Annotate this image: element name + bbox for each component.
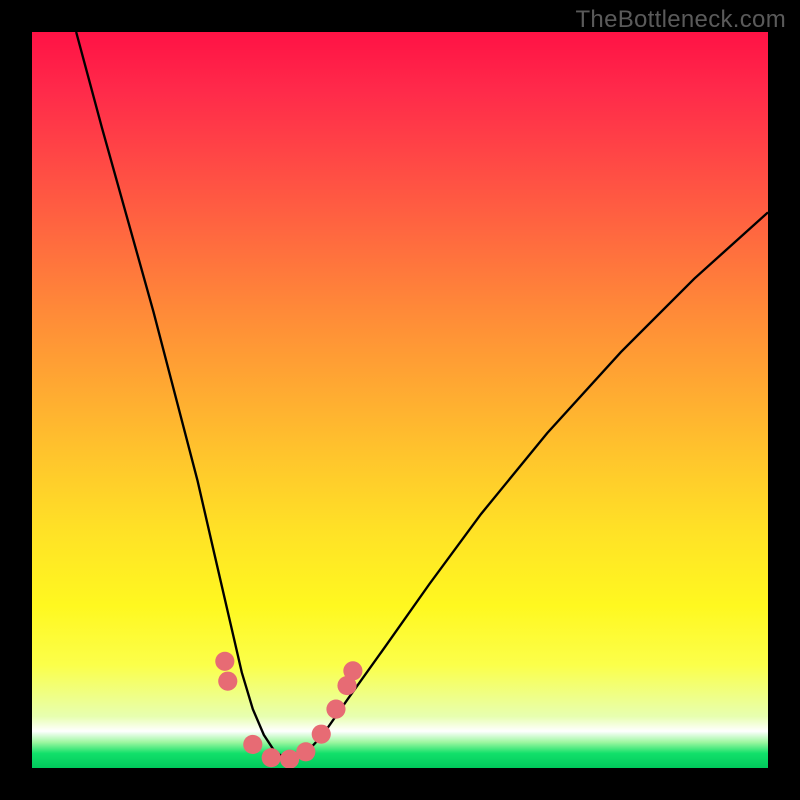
curve-svg bbox=[32, 32, 768, 768]
curve-marker bbox=[262, 748, 281, 767]
watermark-text: TheBottleneck.com bbox=[575, 6, 786, 34]
plot-area bbox=[32, 32, 768, 768]
bottleneck-curve-path bbox=[76, 32, 768, 761]
curve-marker bbox=[326, 700, 345, 719]
curve-marker bbox=[312, 725, 331, 744]
curve-marker bbox=[218, 672, 237, 691]
curve-marker bbox=[215, 652, 234, 671]
chart-frame: TheBottleneck.com bbox=[0, 0, 800, 800]
curve-markers-group bbox=[215, 652, 362, 768]
curve-marker bbox=[243, 735, 262, 754]
curve-marker bbox=[343, 661, 362, 680]
curve-marker bbox=[296, 742, 315, 761]
